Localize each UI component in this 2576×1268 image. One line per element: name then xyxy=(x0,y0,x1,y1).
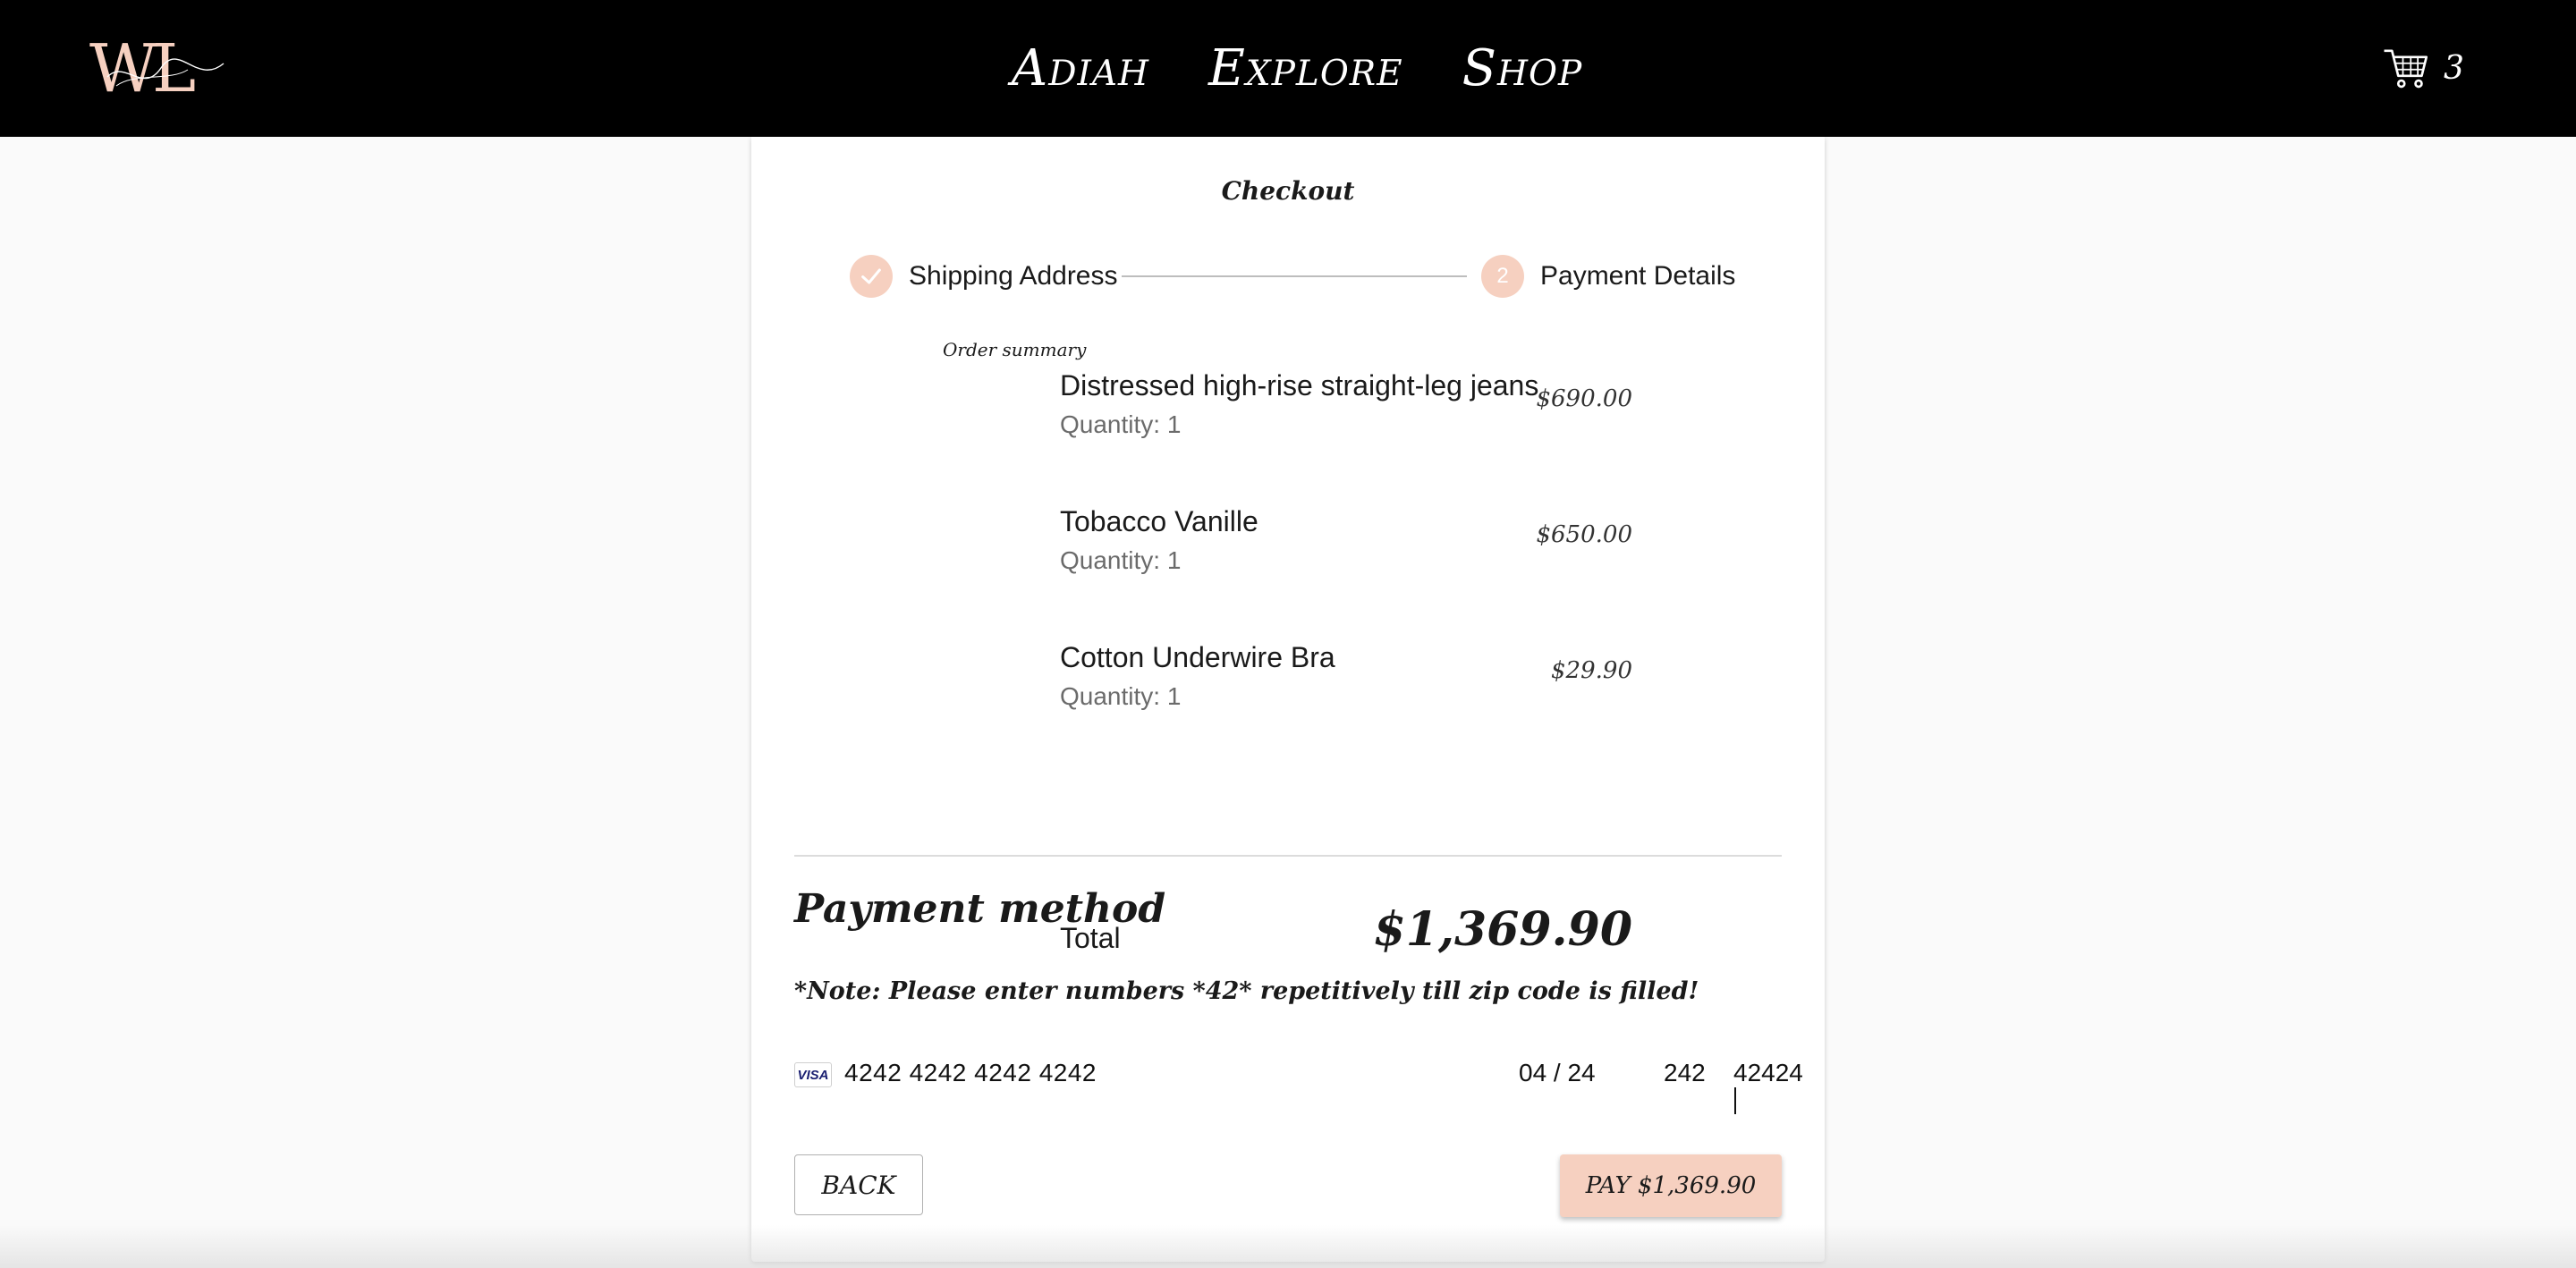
checkout-title: Checkout xyxy=(1221,176,1355,206)
card-number-input[interactable]: 4242 4242 4242 4242 xyxy=(844,1059,1097,1087)
item-name: Distressed high-rise straight-leg jeans xyxy=(1060,369,1539,402)
step-label-shipping: Shipping Address xyxy=(909,261,1118,291)
card-zip-input[interactable]: 42424 xyxy=(1733,1059,1803,1116)
pay-button[interactable]: PAY $1,369.90 xyxy=(1560,1154,1782,1217)
item-price: $29.90 xyxy=(1551,657,1632,684)
nav-link-explore[interactable]: Explore xyxy=(1208,39,1403,97)
step-payment-details: 2 Payment Details xyxy=(1481,253,1735,300)
step-label-payment: Payment Details xyxy=(1540,261,1736,291)
item-name: Cotton Underwire Bra xyxy=(1060,641,1335,673)
item-name: Tobacco Vanille xyxy=(1060,505,1258,537)
total-value: $1,369.90 xyxy=(1373,902,1632,957)
nav-link-shop[interactable]: Shop xyxy=(1462,39,1583,97)
stepper-connector xyxy=(1122,275,1467,277)
card-expiry-input[interactable]: 04 / 24 xyxy=(1519,1059,1596,1087)
item-quantity: Quantity: 1 xyxy=(1060,410,1182,438)
nav-link-adiah[interactable]: Adiah xyxy=(1012,39,1149,97)
back-button[interactable]: BACK xyxy=(794,1154,923,1215)
payment-note: *Note: Please enter numbers *42* repetit… xyxy=(794,977,1699,1005)
top-navigation-bar: WL Adiah Explore Shop 3 xyxy=(0,0,2576,137)
shopping-cart-icon xyxy=(2384,49,2428,89)
item-quantity: Quantity: 1 xyxy=(1060,682,1182,710)
item-quantity: Quantity: 1 xyxy=(1060,546,1182,574)
section-divider xyxy=(794,855,1782,857)
cart-button[interactable]: 3 xyxy=(2381,41,2464,95)
payment-method-heading: Payment method xyxy=(794,886,1166,932)
step-shipping-address: Shipping Address xyxy=(850,253,1118,300)
list-item: Cotton Underwire Bra Quantity: 1 $29.90 xyxy=(1060,641,1632,777)
item-price: $650.00 xyxy=(1536,521,1632,548)
bottom-shadow xyxy=(0,1225,2576,1268)
card-cvc-input[interactable]: 242 xyxy=(1664,1059,1706,1087)
checkout-card: Checkout Shipping Address 2 Payment Deta… xyxy=(751,137,1825,1262)
zip-value: 42424 xyxy=(1733,1059,1803,1086)
main-nav: Adiah Explore Shop xyxy=(0,0,2576,137)
visa-card-icon: VISA xyxy=(794,1062,832,1087)
list-item: Tobacco Vanille Quantity: 1 $650.00 xyxy=(1060,505,1632,641)
step-number-badge: 2 xyxy=(1481,255,1524,298)
list-item: Distressed high-rise straight-leg jeans … xyxy=(1060,369,1632,505)
item-price: $690.00 xyxy=(1536,385,1632,412)
cart-count-badge: 3 xyxy=(2444,49,2464,87)
text-caret xyxy=(1734,1087,1736,1114)
order-summary-heading: Order summary xyxy=(943,339,1087,360)
card-input-field[interactable]: VISA 4242 4242 4242 4242 04 / 24 242 424… xyxy=(794,1046,1803,1114)
order-items-list: Distressed high-rise straight-leg jeans … xyxy=(1060,369,1632,777)
check-icon xyxy=(850,255,893,298)
